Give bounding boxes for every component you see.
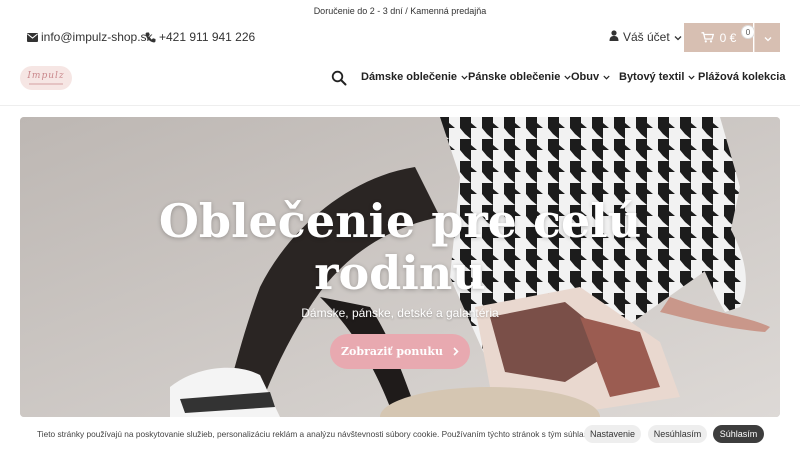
nav-item-panske-oblecenie[interactable]: Pánske oblečenie — [468, 71, 571, 83]
chevron-down-icon — [688, 75, 696, 80]
nav-item-plazova-kolekcia[interactable]: Plážová kolekcia — [698, 71, 785, 83]
hero-title-line-1: Oblečenie pre celú — [158, 194, 642, 248]
logo-underline — [29, 83, 63, 85]
cookie-text: Tieto stránky používajú na poskytovanie … — [37, 428, 600, 439]
envelope-icon — [27, 32, 38, 43]
announcement-text: Doručenie do 2 - 3 dní / Kamenná predajň… — [313, 6, 487, 16]
nav-item-label: Pánske oblečenie — [468, 71, 561, 83]
cart-total: 0 € — [719, 30, 737, 45]
search-icon[interactable] — [331, 70, 347, 86]
chevron-down-icon — [603, 75, 610, 80]
contact-bar: info@impulz-shop.sk +421 911 941 226 Váš… — [0, 22, 800, 52]
logo-text: Impulz — [27, 71, 65, 81]
phone-text: +421 911 941 226 — [159, 30, 256, 44]
email-link[interactable]: info@impulz-shop.sk — [27, 30, 153, 44]
cart-dropdown-toggle[interactable] — [754, 23, 780, 52]
nav-item-label: Obuv — [571, 71, 600, 83]
account-menu[interactable]: Váš účet — [609, 30, 682, 44]
show-offer-button[interactable]: Zobraziť ponuku — [330, 334, 470, 369]
cart-icon — [701, 32, 714, 43]
hero-title: Oblečenie pre celú rodinu — [20, 195, 780, 299]
account-label: Váš účet — [623, 30, 670, 44]
nav-item-label: Dámske oblečenie — [361, 71, 457, 83]
email-text: info@impulz-shop.sk — [41, 30, 153, 44]
cookie-accept-button[interactable]: Súhlasím — [713, 424, 764, 443]
nav-item-obuv[interactable]: Obuv — [571, 71, 610, 83]
cookie-consent-bar: Tieto stránky používajú na poskytovanie … — [0, 417, 800, 450]
user-icon — [609, 30, 619, 44]
cookie-reject-button[interactable]: Nesúhlasím — [648, 424, 707, 443]
phone-icon — [145, 32, 156, 43]
announcement-bar: Doručenie do 2 - 3 dní / Kamenná predajň… — [0, 0, 800, 22]
hero-subtitle: Dámske, pánske, detské a galantéria — [301, 306, 499, 320]
nav-item-label: Plážová kolekcia — [698, 71, 786, 83]
show-offer-label: Zobraziť ponuku — [341, 345, 443, 358]
logo[interactable]: Impulz — [20, 66, 72, 90]
chevron-down-icon — [764, 29, 772, 47]
nav-item-label: Bytový textil — [619, 71, 685, 83]
phone-link[interactable]: +421 911 941 226 — [145, 30, 255, 44]
hero-banner: Oblečenie pre celú rodinu Dámske, pánske… — [20, 117, 780, 417]
chevron-down-icon — [461, 75, 468, 80]
chevron-down-icon — [674, 30, 682, 44]
nav-item-bytovy-textil[interactable]: Bytový textil — [619, 71, 696, 83]
cart-count-badge: 0 — [741, 25, 755, 39]
cookie-settings-button[interactable]: Nastavenie — [584, 424, 641, 443]
hero-title-line-2: rodinu — [314, 246, 486, 300]
nav-item-damske-oblecenie[interactable]: Dámske oblečenie — [361, 71, 468, 83]
chevron-right-icon — [453, 347, 459, 356]
main-navigation: Impulz Dámske oblečenie Pánske oblečenie… — [0, 52, 800, 106]
